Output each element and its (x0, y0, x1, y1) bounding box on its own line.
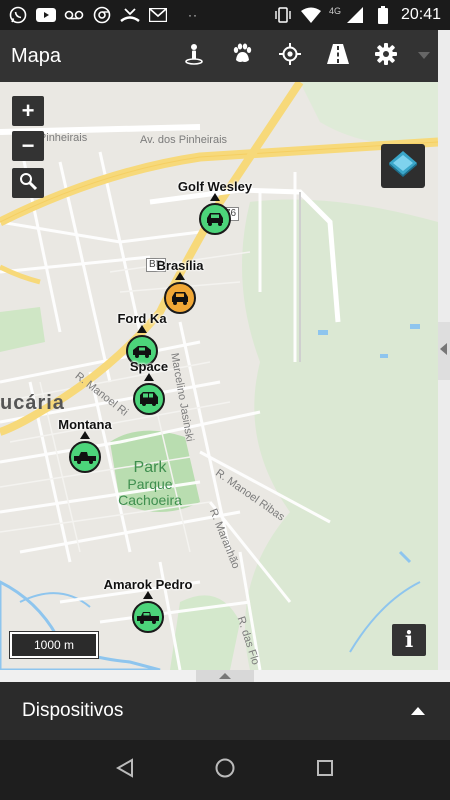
system-nav-bar (0, 740, 450, 800)
vehicle-marker-space[interactable]: Space (89, 359, 209, 425)
home-button[interactable] (205, 750, 245, 790)
car-icon (133, 373, 165, 415)
road-icon (327, 43, 349, 69)
map-search-button[interactable] (12, 168, 44, 198)
scale-bar: 1000 m (9, 631, 99, 659)
map-tiles (0, 82, 438, 670)
vehicle-label: Golf Wesley (177, 179, 253, 194)
car-icon (132, 591, 164, 633)
page-title: Mapa (11, 44, 62, 67)
recents-button[interactable] (305, 750, 345, 790)
vehicle-marker-golf-wesley[interactable]: Golf Wesley (155, 179, 275, 245)
status-bar: ·· 4G 20:41 (0, 0, 450, 30)
battery-icon (373, 6, 393, 24)
vehicle-label: Space (129, 359, 169, 374)
vehicle-marker-montana[interactable]: Montana (25, 417, 145, 483)
magnifier-icon (19, 170, 38, 196)
back-button[interactable] (105, 750, 145, 790)
settings-button[interactable] (362, 30, 410, 82)
person-pin-button[interactable] (170, 30, 218, 82)
signal-icon (345, 6, 365, 24)
zoom-in-button[interactable]: + (12, 96, 44, 126)
overflow-dots: ·· (188, 8, 198, 22)
gear-icon (375, 42, 397, 70)
chrome-icon (92, 6, 112, 24)
app-bar: Mapa (0, 30, 438, 82)
crosshair-icon (279, 42, 301, 70)
paw-icon (231, 43, 253, 70)
zoom-out-button[interactable]: − (12, 131, 44, 161)
car-icon (199, 193, 231, 235)
locate-button[interactable] (266, 30, 314, 82)
city-label: ucária (0, 392, 65, 414)
whatsapp-icon (8, 6, 28, 24)
missed-call-icon (120, 6, 140, 24)
settings-dropdown[interactable] (410, 30, 438, 82)
devices-panel-header[interactable]: Dispositivos (0, 682, 450, 740)
layers-icon (387, 149, 419, 184)
voicemail-icon (64, 6, 84, 24)
chevron-left-icon (440, 342, 448, 360)
back-icon (115, 757, 135, 783)
wifi-icon (300, 6, 321, 24)
layers-button[interactable] (381, 144, 425, 188)
vibrate-icon (273, 6, 293, 24)
info-button[interactable]: i (392, 624, 426, 656)
map-view[interactable]: ov. Pinheirais Av. dos Pinheirais Marcel… (0, 82, 438, 670)
clock: 20:41 (400, 6, 441, 23)
side-drawer-handle[interactable] (438, 322, 450, 380)
vehicle-label: Montana (58, 417, 112, 432)
recents-icon (316, 759, 334, 782)
caret-up-icon[interactable] (410, 703, 426, 719)
screen: ·· 4G 20:41 Mapa ov. Pinheirais Av. dos … (0, 0, 450, 800)
youtube-icon (36, 6, 56, 24)
park-label-line3: Cachoeira (118, 492, 182, 508)
vehicle-label: Ford Ka (117, 311, 167, 326)
person-pin-icon (183, 43, 205, 70)
car-icon (69, 431, 101, 473)
vehicle-label: Brasília (156, 258, 204, 273)
vehicle-marker-amarok-pedro[interactable]: Amarok Pedro (88, 577, 208, 643)
network-type: 4G (328, 6, 341, 16)
pets-button[interactable] (218, 30, 266, 82)
vehicle-label: Amarok Pedro (103, 577, 193, 592)
dropdown-caret-icon (418, 47, 430, 65)
routes-button[interactable] (314, 30, 362, 82)
bottom-sheet-handle[interactable] (196, 670, 254, 682)
gmail-icon (148, 6, 168, 24)
devices-title: Dispositivos (22, 700, 124, 721)
street-label: Av. dos Pinheirais (140, 134, 228, 146)
home-icon (214, 757, 236, 784)
